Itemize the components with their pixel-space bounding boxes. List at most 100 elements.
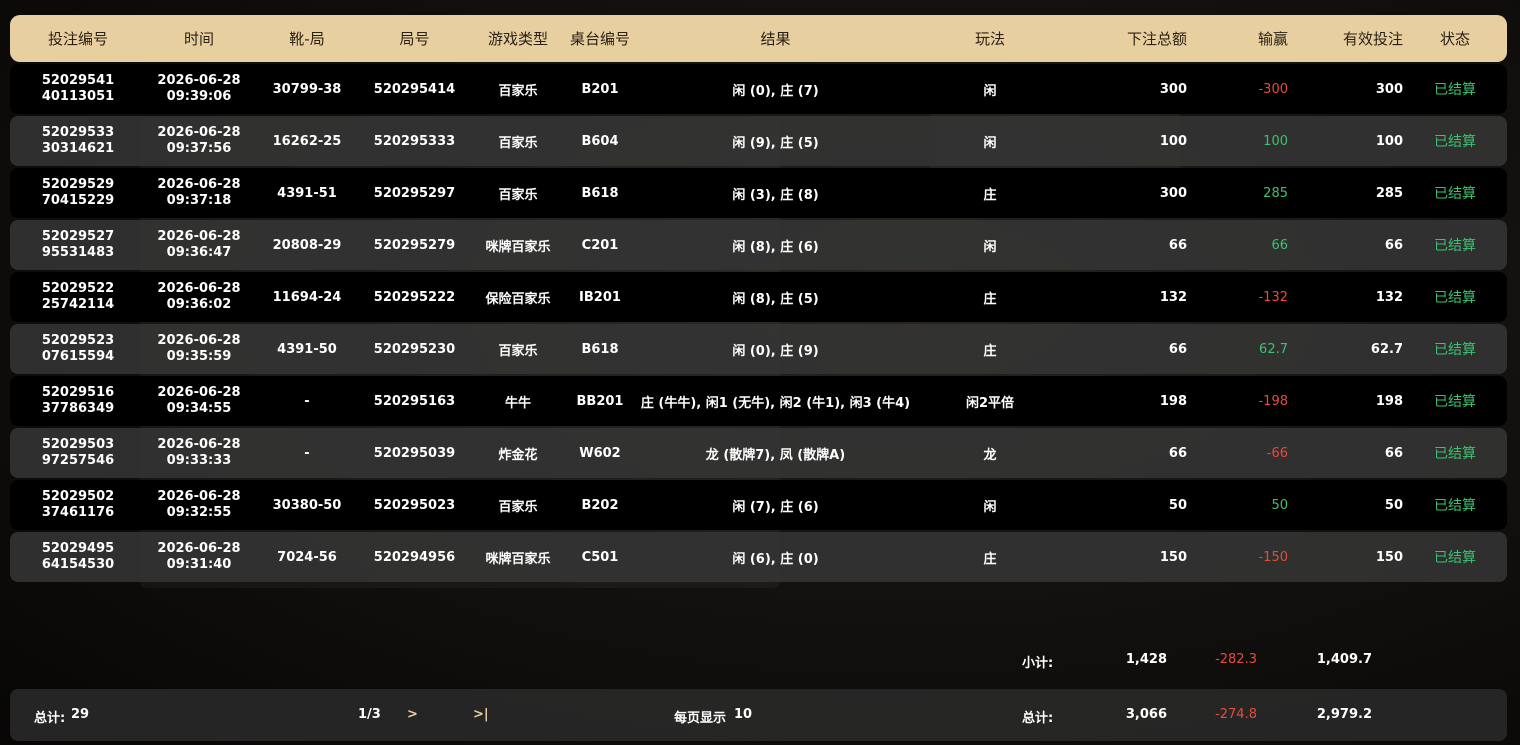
bet-id-cell: 52029523 07615594 (10, 333, 146, 365)
subtotal-win-loss: -282.3 (1215, 652, 1257, 667)
status-badge: 已结算 (1434, 446, 1476, 462)
play-cell: 庄 (983, 187, 997, 203)
result-cell: 闲 (0), 庄 (9) (732, 343, 819, 359)
result-cell: 闲 (8), 庄 (5) (732, 291, 819, 307)
bet-id-part2: 95531483 (41, 245, 115, 260)
bet-total-cell: 132 (1159, 289, 1187, 305)
bet-id-part2: 97257546 (41, 453, 115, 468)
bet-id-part2: 37786349 (41, 401, 115, 416)
table-row[interactable]: 52029502 37461176 2026-06-28 09:32:55 30380-… (10, 480, 1507, 530)
header-play: 玩法 (974, 30, 1005, 48)
round-no-cell: 520295414 (373, 81, 456, 97)
bet-id-part2: 70415229 (41, 193, 115, 208)
time-cell: 2026-06-28 09:37:56 (146, 125, 252, 157)
game-type-cell: 咪牌百家乐 (485, 239, 551, 255)
time-clock: 09:33:33 (166, 453, 232, 468)
time-clock: 09:36:02 (166, 297, 232, 312)
table-row[interactable]: 52029529 70415229 2026-06-28 09:37:18 4391-5… (10, 168, 1507, 218)
header-valid-bet: 有效投注 (1342, 30, 1403, 48)
shoe-round-cell: - (304, 445, 310, 461)
table-row[interactable]: 52029516 37786349 2026-06-28 09:34:55-52029… (10, 376, 1507, 426)
game-type-cell: 牛牛 (504, 395, 531, 411)
round-no-cell: 520295222 (373, 289, 456, 305)
valid-bet-cell: 150 (1375, 549, 1403, 565)
result-cell: 龙 (散牌7), 凤 (散牌A) (705, 447, 846, 463)
per-page-select[interactable]: 10 (734, 707, 752, 722)
status-badge: 已结算 (1434, 134, 1476, 150)
bet-id-part1: 52029502 (41, 489, 115, 504)
header-bet-total: 下注总额 (1126, 30, 1187, 48)
header-table-no: 桌台编号 (569, 30, 630, 48)
table-body: 52029541 40113051 2026-06-28 09:39:06 30799-… (10, 64, 1507, 582)
time-date: 2026-06-28 (157, 489, 241, 504)
play-cell: 庄 (983, 343, 997, 359)
table-no-cell: B202 (581, 497, 619, 513)
grand-total-bet: 3,066 (1125, 707, 1167, 722)
table-header: 投注编号 时间 靴-局 局号 游戏类型 桌台编号 结果 玩法 下注总额 输赢 有… (10, 15, 1507, 62)
valid-bet-cell: 198 (1375, 393, 1403, 409)
play-cell: 闲 (983, 135, 997, 151)
round-no-cell: 520295230 (373, 341, 456, 357)
table-row[interactable]: 52029522 25742114 2026-06-28 09:36:02 11694-… (10, 272, 1507, 322)
win-loss-cell: -132 (1258, 289, 1288, 305)
shoe-round-cell: 20808-29 (272, 237, 342, 253)
valid-bet-cell: 66 (1384, 445, 1403, 461)
time-cell: 2026-06-28 09:32:55 (146, 489, 252, 521)
bet-id-part1: 52029527 (41, 229, 115, 244)
result-cell: 闲 (9), 庄 (5) (732, 135, 819, 151)
win-loss-cell: -300 (1258, 81, 1288, 97)
time-date: 2026-06-28 (157, 541, 241, 556)
bet-id-part2: 07615594 (41, 349, 115, 364)
table-no-cell: B618 (581, 341, 619, 357)
valid-bet-cell: 300 (1375, 81, 1403, 97)
bet-total-cell: 198 (1159, 393, 1187, 409)
win-loss-cell: 100 (1263, 133, 1288, 149)
header-shoe-round: 靴-局 (289, 30, 325, 48)
shoe-round-cell: - (304, 393, 310, 409)
table-no-cell: W602 (579, 445, 621, 461)
bet-id-cell: 52029503 97257546 (10, 437, 146, 469)
result-cell: 闲 (6), 庄 (0) (732, 551, 819, 567)
bet-id-part2: 30314621 (41, 141, 115, 156)
result-cell: 闲 (0), 庄 (7) (732, 83, 819, 99)
table-row[interactable]: 52029527 95531483 2026-06-28 09:36:47 20808-… (10, 220, 1507, 270)
header-round-no: 局号 (399, 30, 430, 48)
bet-id-part1: 52029522 (41, 281, 115, 296)
time-cell: 2026-06-28 09:39:06 (146, 73, 252, 105)
win-loss-cell: 50 (1271, 497, 1288, 513)
time-cell: 2026-06-28 09:34:55 (146, 385, 252, 417)
page-indicator: 1/3 (358, 707, 381, 722)
table-no-cell: IB201 (579, 289, 621, 305)
subtotal-valid-bet: 1,409.7 (1316, 652, 1372, 667)
bet-total-cell: 66 (1168, 237, 1187, 253)
bet-id-part2: 25742114 (41, 297, 115, 312)
result-cell: 闲 (3), 庄 (8) (732, 187, 819, 203)
table-row[interactable]: 52029541 40113051 2026-06-28 09:39:06 30799-… (10, 64, 1507, 114)
table-row[interactable]: 52029503 97257546 2026-06-28 09:33:33-52029… (10, 428, 1507, 478)
result-cell: 庄 (牛牛), 闲1 (无牛), 闲2 (牛1), 闲3 (牛4) (640, 395, 911, 411)
bet-total-cell: 66 (1168, 445, 1187, 461)
shoe-round-cell: 4391-50 (277, 341, 337, 357)
header-game-type: 游戏类型 (487, 30, 548, 48)
round-no-cell: 520295333 (373, 133, 456, 149)
table-row[interactable]: 52029523 07615594 2026-06-28 09:35:59 4391-5… (10, 324, 1507, 374)
game-type-cell: 百家乐 (498, 135, 538, 151)
table-no-cell: BB201 (576, 393, 624, 409)
bet-total-cell: 300 (1159, 81, 1187, 97)
bet-id-part1: 52029503 (41, 437, 115, 452)
table-row[interactable]: 52029495 64154530 2026-06-28 09:31:40 7024-5… (10, 532, 1507, 582)
play-cell: 闲 (983, 499, 997, 515)
time-clock: 09:37:18 (166, 193, 232, 208)
table-no-cell: B618 (581, 185, 619, 201)
bet-id-cell: 52029516 37786349 (10, 385, 146, 417)
next-page-button[interactable]: > (407, 707, 418, 722)
last-page-button[interactable]: >| (473, 707, 489, 722)
time-cell: 2026-06-28 09:36:47 (146, 229, 252, 261)
time-cell: 2026-06-28 09:36:02 (146, 281, 252, 313)
subtotal-bet: 1,428 (1125, 652, 1167, 667)
win-loss-cell: 285 (1263, 185, 1288, 201)
time-cell: 2026-06-28 09:37:18 (146, 177, 252, 209)
table-row[interactable]: 52029533 30314621 2026-06-28 09:37:56 16262-… (10, 116, 1507, 166)
bet-id-cell: 52029529 70415229 (10, 177, 146, 209)
bet-id-cell: 52029533 30314621 (10, 125, 146, 157)
